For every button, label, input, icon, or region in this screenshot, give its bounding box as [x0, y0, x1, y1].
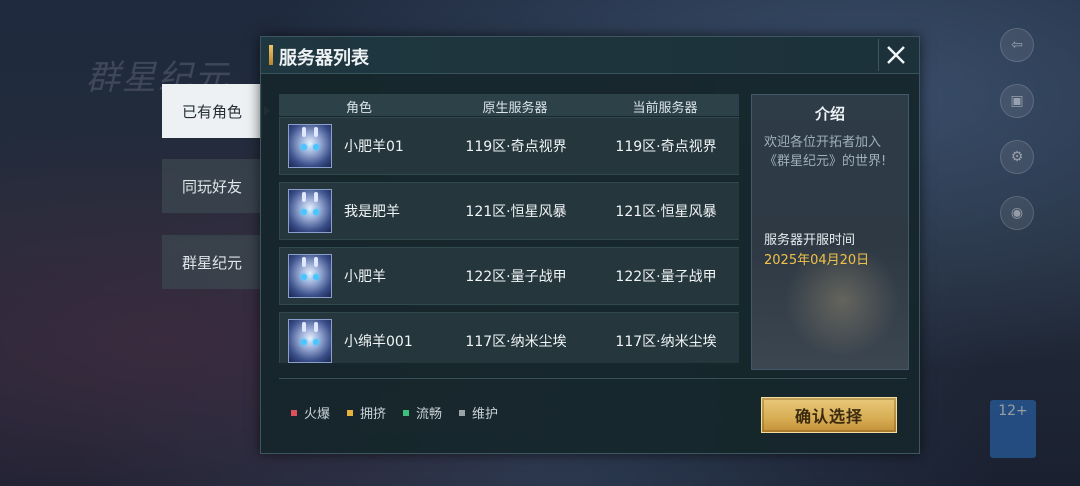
character-row[interactable]: 小绵羊001 117区·纳米尘埃 117区·纳米尘埃 — [279, 312, 739, 363]
service-icon[interactable]: ◉ — [1000, 196, 1034, 230]
origin-server: 119区·奇点视界 — [465, 139, 567, 155]
origin-server: 117区·纳米尘埃 — [465, 334, 567, 350]
character-list[interactable]: 小肥羊01 119区·奇点视界 119区·奇点视界 我是肥羊 121区·恒星风暴… — [279, 117, 739, 363]
legend-smooth: 流畅 — [403, 403, 442, 422]
character-avatar — [288, 254, 332, 298]
server-info-panel: 介绍 欢迎各位开拓者加入《群星纪元》的世界! 服务器开服时间 2025年04月2… — [751, 94, 909, 370]
status-dot-gray — [459, 409, 465, 416]
close-icon — [887, 46, 905, 64]
header-character: 角色 — [345, 101, 372, 116]
character-row[interactable]: 小肥羊01 119区·奇点视界 119区·奇点视界 — [279, 117, 739, 175]
header-origin-server: 原生服务器 — [482, 101, 548, 116]
current-server: 119区·奇点视界 — [615, 139, 717, 155]
tab-friends[interactable]: 同玩好友 — [162, 159, 262, 213]
open-time-value: 2025年04月20日 — [764, 253, 870, 268]
info-description: 欢迎各位开拓者加入《群星纪元》的世界! — [764, 135, 887, 169]
legend-hot: 火爆 — [291, 403, 330, 422]
character-avatar — [288, 189, 332, 233]
legend-maintenance: 维护 — [459, 403, 498, 422]
age-rating-badge: 12+ — [990, 400, 1036, 458]
divider — [279, 378, 907, 379]
current-server: 122区·量子战甲 — [615, 269, 717, 285]
character-avatar — [288, 124, 332, 168]
exit-icon[interactable]: ⇦ — [1000, 28, 1034, 62]
table-header: 角色 原生服务器 当前服务器 — [279, 94, 739, 116]
character-row[interactable]: 小肥羊 122区·量子战甲 122区·量子战甲 — [279, 247, 739, 305]
header-current-server: 当前服务器 — [632, 101, 698, 116]
character-row[interactable]: 我是肥羊 121区·恒星风暴 121区·恒星风暴 — [279, 182, 739, 240]
server-list-dialog: 服务器列表 角色 原生服务器 当前服务器 小肥羊01 119区·奇点视界 119… — [260, 36, 920, 454]
notice-icon[interactable]: ▣ — [1000, 84, 1034, 118]
tab-label: 同玩好友 — [181, 177, 242, 196]
confirm-selection-button[interactable]: 确认选择 — [761, 397, 897, 433]
tab-galaxy-era[interactable]: 群星纪元 — [162, 235, 262, 289]
dialog-header: 服务器列表 — [261, 37, 919, 74]
close-button[interactable] — [878, 39, 913, 71]
status-dot-red — [291, 409, 297, 416]
origin-server: 121区·恒星风暴 — [465, 204, 567, 220]
tab-label: 已有角色 — [181, 102, 242, 121]
open-time-label: 服务器开服时间 — [764, 233, 856, 248]
current-server: 121区·恒星风暴 — [615, 204, 717, 220]
tab-existing-characters[interactable]: 已有角色 — [162, 84, 262, 138]
info-title: 介绍 — [814, 105, 845, 123]
dialog-title: 服务器列表 — [279, 48, 369, 69]
status-dot-yellow — [347, 409, 353, 416]
right-side-icons: ⇦ ▣ ⚙ ◉ — [1000, 28, 1040, 252]
tab-label: 群星纪元 — [181, 253, 242, 272]
status-dot-green — [403, 409, 409, 416]
character-name: 小肥羊01 — [344, 139, 404, 155]
settings-icon[interactable]: ⚙ — [1000, 140, 1034, 174]
character-name: 小绵羊001 — [344, 334, 413, 350]
character-name: 我是肥羊 — [344, 204, 400, 220]
character-name: 小肥羊 — [344, 269, 386, 285]
title-accent-bar — [269, 45, 273, 65]
character-avatar — [288, 319, 332, 363]
origin-server: 122区·量子战甲 — [465, 269, 567, 285]
current-server: 117区·纳米尘埃 — [615, 334, 717, 350]
legend-crowded: 拥挤 — [347, 403, 386, 422]
